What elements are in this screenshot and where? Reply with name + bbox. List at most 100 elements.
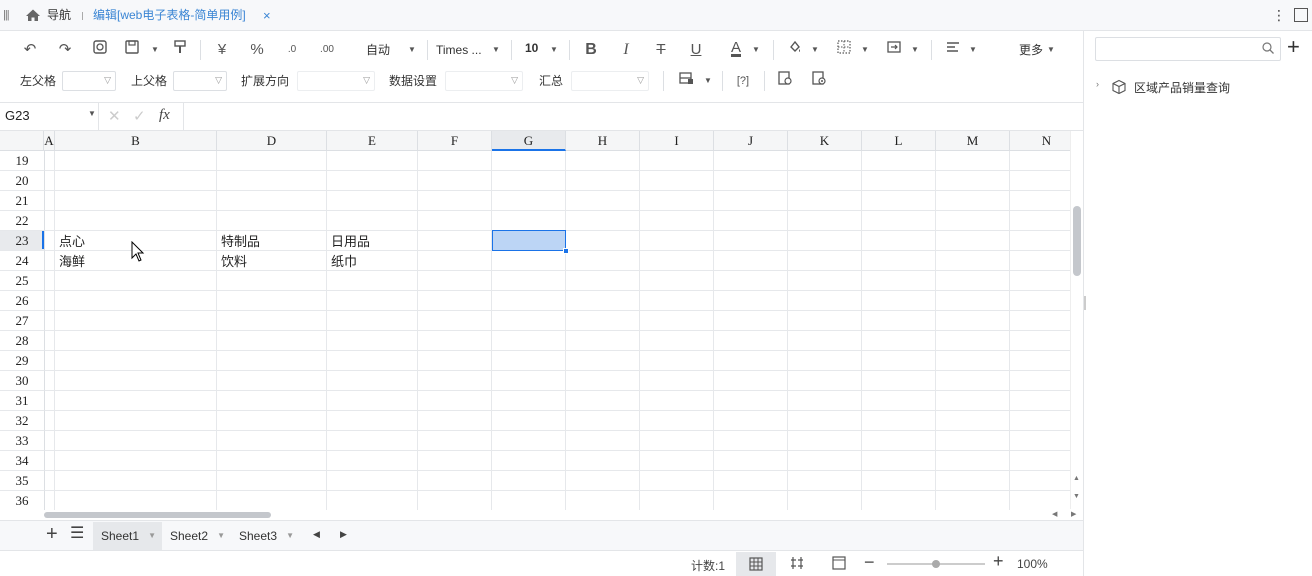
sheet-tab-1[interactable]: Sheet1 ▼ — [93, 522, 162, 550]
select-all-corner[interactable] — [0, 131, 44, 151]
page-layout-view-icon[interactable] — [832, 556, 846, 573]
row-header-36[interactable]: 36 — [0, 491, 45, 511]
zoom-in-icon[interactable]: + — [993, 551, 1004, 572]
column-header-h[interactable]: H — [566, 131, 640, 151]
fill-handle[interactable] — [563, 248, 569, 254]
page-break-view-icon[interactable] — [790, 556, 804, 573]
horizontal-scroll-thumb[interactable] — [44, 512, 271, 518]
borders-icon[interactable] — [833, 39, 855, 61]
redo-icon[interactable]: ↷ — [54, 39, 76, 61]
column-header-m[interactable]: M — [936, 131, 1010, 151]
scroll-right-icon[interactable]: ▶ — [1071, 510, 1076, 518]
row-header-26[interactable]: 26 — [0, 291, 45, 311]
underline-button[interactable]: U — [685, 39, 707, 61]
cell-element-icon[interactable] — [675, 70, 697, 92]
zoom-slider-thumb[interactable] — [932, 560, 940, 568]
expand-direction-select[interactable]: ▽ — [297, 71, 375, 91]
summary-select[interactable]: ▽ — [571, 71, 649, 91]
chevron-down-icon[interactable]: ▼ — [148, 522, 156, 550]
more-button[interactable]: 更多 — [1019, 39, 1043, 61]
column-header-b[interactable]: B — [55, 131, 217, 151]
more-dropdown-icon[interactable]: ▼ — [1047, 39, 1055, 61]
strikethrough-button[interactable]: T — [650, 39, 672, 61]
add-sheet-icon[interactable]: + — [46, 523, 58, 545]
column-header-a[interactable]: A — [44, 131, 55, 151]
cancel-edit-icon[interactable]: ✕ — [108, 107, 121, 125]
column-header-j[interactable]: J — [714, 131, 788, 151]
row-header-31[interactable]: 31 — [0, 391, 45, 411]
vertical-scrollbar[interactable]: ▲ ▼ — [1070, 131, 1082, 509]
cell-e24[interactable]: 纸巾 — [327, 252, 418, 272]
report-settings-icon[interactable] — [774, 70, 796, 92]
chevron-down-icon[interactable]: ▼ — [217, 522, 225, 550]
row-header-23[interactable]: 23 — [0, 231, 45, 251]
fill-color-icon[interactable] — [784, 39, 806, 61]
row-header-25[interactable]: 25 — [0, 271, 45, 291]
row-header-29[interactable]: 29 — [0, 351, 45, 371]
scroll-down-icon[interactable]: ▼ — [1073, 493, 1080, 500]
column-header-d[interactable]: D — [217, 131, 327, 151]
tab-close-icon[interactable]: × — [263, 0, 271, 31]
column-header-i[interactable]: I — [640, 131, 714, 151]
vertical-scroll-thumb[interactable] — [1073, 206, 1081, 276]
sheet-list-icon[interactable]: ☰ — [70, 523, 84, 545]
fill-color-dropdown-icon[interactable]: ▼ — [811, 39, 819, 61]
prev-sheet-icon[interactable]: ◀ — [313, 529, 320, 540]
normal-view-button[interactable] — [736, 552, 776, 576]
row-header-21[interactable]: 21 — [0, 191, 45, 211]
row-header-19[interactable]: 19 — [0, 151, 45, 171]
confirm-edit-icon[interactable]: ✓ — [133, 107, 146, 125]
chevron-down-icon[interactable]: ▼ — [286, 522, 294, 550]
parameter-button[interactable]: [?] — [732, 70, 754, 92]
row-header-35[interactable]: 35 — [0, 471, 45, 491]
auto-format-dropdown-icon[interactable]: ▼ — [408, 39, 416, 61]
merge-dropdown-icon[interactable]: ▼ — [911, 39, 919, 61]
template-settings-icon[interactable] — [808, 70, 830, 92]
align-dropdown-icon[interactable]: ▼ — [969, 39, 977, 61]
save-dropdown-icon[interactable]: ▼ — [151, 39, 159, 61]
tab-editor[interactable]: 编辑[web电子表格-简单用例] — [93, 0, 246, 31]
italic-button[interactable]: I — [615, 39, 637, 61]
percent-button[interactable]: % — [246, 39, 268, 61]
format-painter-icon[interactable] — [169, 39, 191, 61]
panel-resize-handle[interactable] — [1084, 296, 1086, 310]
row-header-34[interactable]: 34 — [0, 451, 45, 471]
expand-arrow-icon[interactable]: › — [1096, 79, 1099, 89]
font-size-dropdown-icon[interactable]: ▼ — [550, 39, 558, 61]
font-family-select[interactable]: Times ... — [436, 39, 482, 61]
data-settings-select[interactable]: ▽ — [445, 71, 523, 91]
scroll-left-icon[interactable]: ◀ — [1052, 510, 1057, 518]
row-header-20[interactable]: 20 — [0, 171, 45, 191]
sheet-tab-2[interactable]: Sheet2 ▼ — [162, 522, 231, 550]
horizontal-scrollbar[interactable]: ◀ ▶ — [0, 510, 1083, 520]
borders-dropdown-icon[interactable]: ▼ — [861, 39, 869, 61]
column-header-n[interactable]: N — [1010, 131, 1070, 151]
font-color-dropdown-icon[interactable]: ▼ — [752, 39, 760, 61]
column-header-g[interactable]: G — [492, 131, 566, 151]
decimal-increase-button[interactable]: .0 — [281, 39, 303, 61]
column-header-f[interactable]: F — [418, 131, 492, 151]
row-header-22[interactable]: 22 — [0, 211, 45, 231]
dataset-search-input[interactable] — [1095, 37, 1281, 61]
row-header-24[interactable]: 24 — [0, 251, 45, 271]
insert-function-button[interactable]: fx — [159, 107, 170, 124]
font-family-dropdown-icon[interactable]: ▼ — [492, 39, 500, 61]
preview-icon[interactable] — [89, 39, 111, 61]
decimal-decrease-button[interactable]: .00 — [316, 39, 338, 61]
auto-format-label[interactable]: 自动 — [366, 39, 390, 61]
cell-d24[interactable]: 饮料 — [217, 252, 327, 272]
search-icon[interactable] — [1261, 41, 1275, 58]
left-parent-select[interactable]: ▽ — [62, 71, 116, 91]
top-parent-select[interactable]: ▽ — [173, 71, 227, 91]
merge-cells-icon[interactable] — [883, 39, 905, 61]
font-size-select[interactable]: 10 — [525, 37, 538, 59]
more-vertical-icon[interactable]: ⋮ — [1272, 0, 1286, 31]
home-icon[interactable] — [24, 0, 42, 31]
menu-icon[interactable]: ||| — [3, 0, 10, 31]
column-header-k[interactable]: K — [788, 131, 862, 151]
zoom-out-icon[interactable]: − — [864, 552, 875, 573]
scroll-up-icon[interactable]: ▲ — [1073, 475, 1080, 482]
row-header-33[interactable]: 33 — [0, 431, 45, 451]
nav-home-label[interactable]: 导航 — [47, 0, 71, 31]
align-icon[interactable] — [942, 39, 964, 61]
